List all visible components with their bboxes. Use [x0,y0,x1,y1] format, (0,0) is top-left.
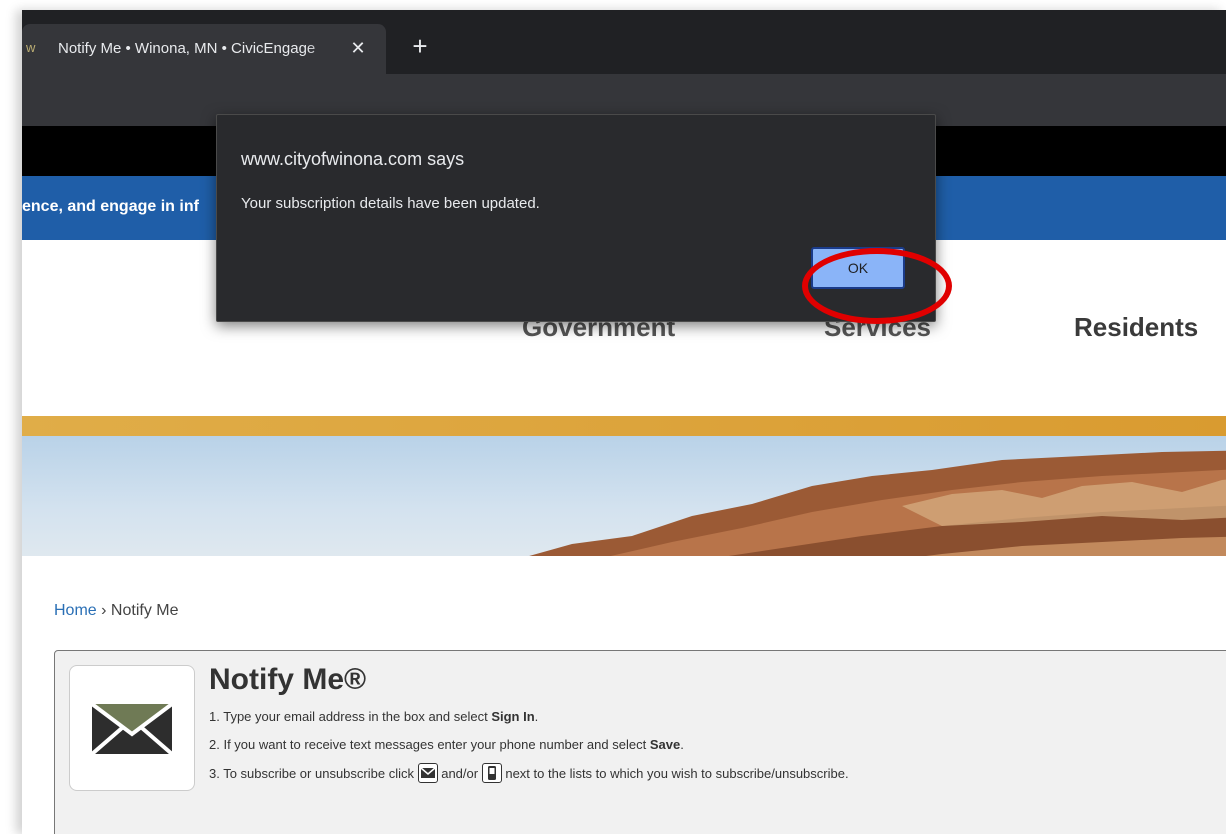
alert-dialog: www.cityofwinona.com says Your subscript… [216,114,936,322]
ok-button[interactable]: OK [811,247,905,289]
step2-bold: Save [649,737,681,752]
banner-text: ence, and engage in inf [22,198,199,215]
instruction-step-1: 1. Type your email address in the box an… [209,709,538,724]
step3-mid: and/or [441,766,479,781]
breadcrumb-home-link[interactable]: Home [54,602,97,619]
envelope-icon [92,704,172,754]
step1-bold: Sign In [491,709,535,724]
notify-logo [69,665,195,791]
step1-text: 1. Type your email address in the box an… [209,709,492,724]
sms-subscribe-icon [481,763,502,783]
breadcrumb: Home › Notify Me [54,602,179,620]
tab-title: Notify Me • Winona, MN • CivicEngage [58,40,316,57]
notify-me-panel: Notify Me® 1. Type your email address in… [54,650,1226,834]
instruction-step-3: 3. To subscribe or unsubscribe click and… [209,763,849,783]
gold-divider [22,416,1226,436]
notify-title: Notify Me® [209,663,367,696]
bluff-hill-image [529,450,1226,556]
dialog-title: www.cityofwinona.com says [241,149,465,169]
step2-end: . [680,737,684,752]
step1-end: . [534,709,539,724]
tab-bar: w Notify Me • Winona, MN • CivicEngage ✕… [22,10,1226,74]
active-tab[interactable]: w Notify Me • Winona, MN • CivicEngage ✕ [22,24,386,74]
step3-end: next to the lists to which you wish to s… [505,766,849,781]
hero-banner-image [22,436,1226,556]
step3-text: 3. To subscribe or unsubscribe click [209,766,414,781]
favicon-icon: w [26,40,36,55]
instruction-step-2: 2. If you want to receive text messages … [209,737,684,752]
new-tab-button[interactable]: + [404,32,436,64]
breadcrumb-current: Notify Me [110,602,179,619]
step2-text: 2. If you want to receive text messages … [209,737,650,752]
dialog-message: Your subscription details have been upda… [241,195,540,212]
breadcrumb-separator: › [101,602,107,619]
tab-close-icon[interactable]: ✕ [346,36,370,60]
email-subscribe-icon [417,763,438,783]
nav-residents[interactable]: Residents [1074,312,1198,343]
